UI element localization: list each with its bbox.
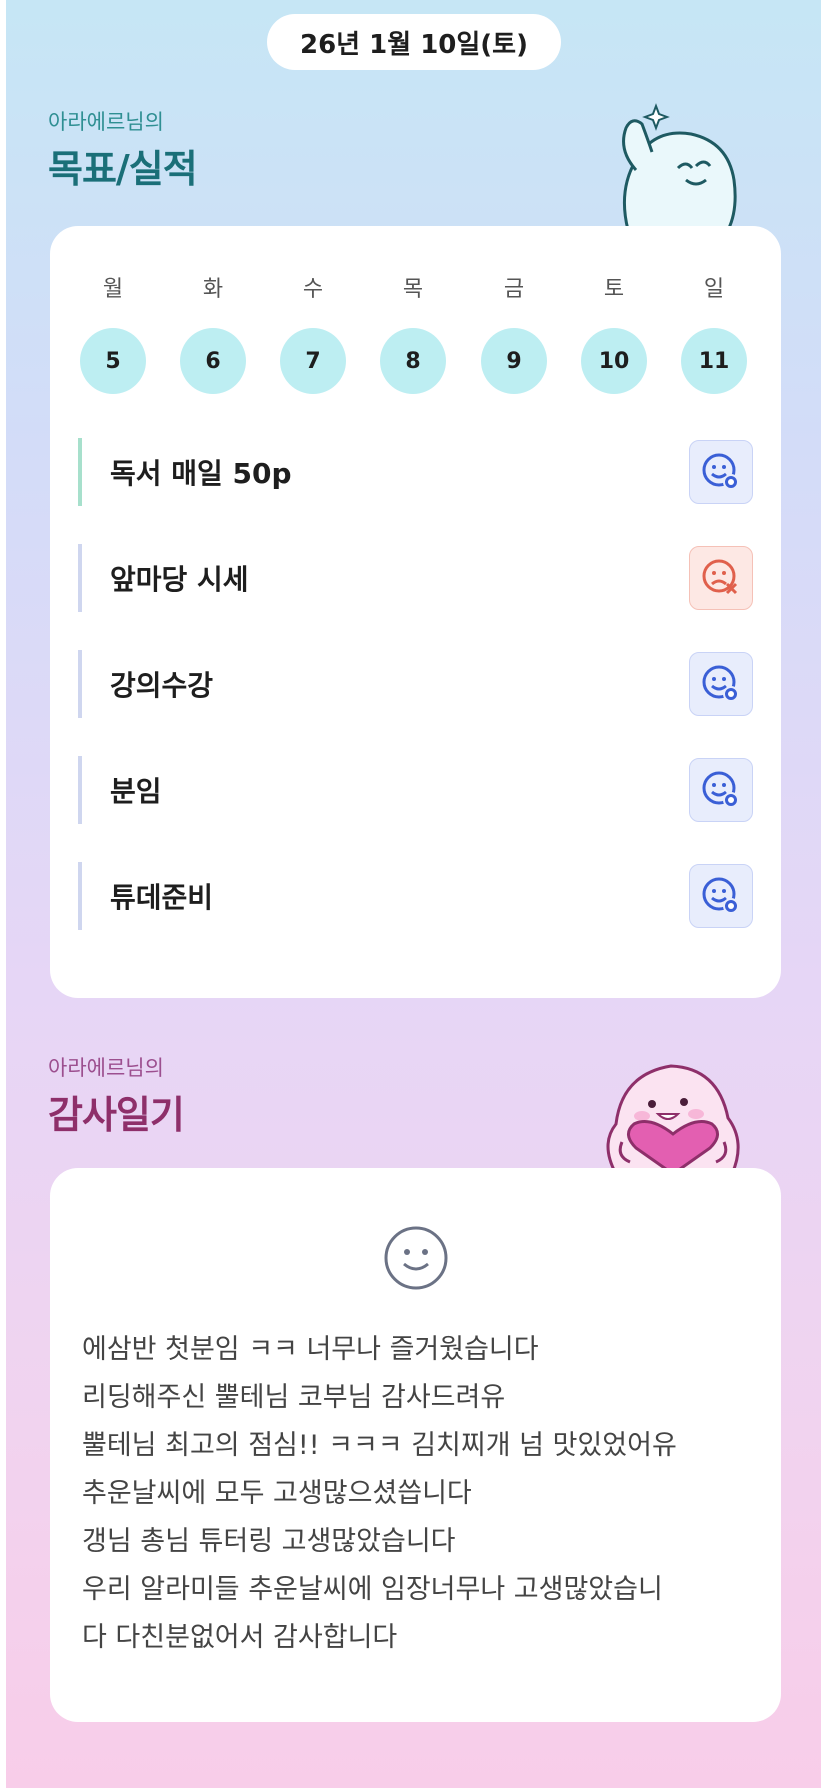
goals-section-title: 아라에르님의 목표/실적 bbox=[48, 106, 198, 193]
diary-title: 감사일기 bbox=[48, 1093, 185, 1137]
frown-x-icon[interactable] bbox=[689, 546, 753, 610]
day-name: 토 bbox=[603, 277, 625, 302]
diary-card: 에삼반 첫분임 ㅋㅋ 너무나 즐거웠습니다 리딩해주신 뿔테님 코부님 감사드려… bbox=[50, 1168, 781, 1722]
day-number: 9 bbox=[481, 328, 547, 394]
day-number: 5 bbox=[80, 328, 146, 394]
goal-label: 튜데준비 bbox=[110, 881, 214, 914]
diary-text: 에삼반 첫분임 ㅋㅋ 너무나 즐거웠습니다 리딩해주신 뿔테님 코부님 감사드려… bbox=[82, 1326, 762, 1662]
goals-card: 월 5 화 6 수 7 목 8 금 9 토 10 일 11 독서 매일 50p bbox=[50, 226, 781, 998]
diary-line: 뿔테님 최고의 점심!! ㅋㅋㅋ 김치찌개 넘 맛있었어유 bbox=[82, 1430, 677, 1461]
goal-item[interactable]: 앞마당 시세 bbox=[78, 544, 753, 612]
date-header[interactable]: 26년 1월 10일(토) bbox=[267, 14, 561, 70]
diary-line: 리딩해주신 뿔테님 코부님 감사드려유 bbox=[82, 1382, 506, 1413]
day-friday[interactable]: 금 9 bbox=[481, 274, 547, 394]
goal-item[interactable]: 강의수강 bbox=[78, 650, 753, 718]
day-thursday[interactable]: 목 8 bbox=[380, 274, 446, 394]
goal-label: 앞마당 시세 bbox=[110, 563, 249, 596]
day-name: 월 bbox=[102, 277, 124, 302]
goal-item[interactable]: 독서 매일 50p bbox=[78, 438, 753, 506]
day-number: 10 bbox=[581, 328, 647, 394]
diary-section-title: 아라에르님의 감사일기 bbox=[48, 1052, 185, 1139]
day-tuesday[interactable]: 화 6 bbox=[180, 274, 246, 394]
goal-label: 강의수강 bbox=[110, 669, 214, 702]
left-edge bbox=[0, 0, 6, 1788]
day-number: 8 bbox=[380, 328, 446, 394]
day-number: 11 bbox=[681, 328, 747, 394]
smile-check-icon[interactable] bbox=[689, 758, 753, 822]
diary-line: 갱님 총님 튜터링 고생많았습니다 bbox=[82, 1526, 456, 1557]
right-edge bbox=[821, 0, 827, 1788]
day-number: 7 bbox=[280, 328, 346, 394]
day-name: 목 bbox=[402, 277, 424, 302]
date-label: 26년 1월 10일(토) bbox=[299, 29, 528, 60]
goal-item[interactable]: 분임 bbox=[78, 756, 753, 824]
diary-line: 추운날씨에 모두 고생많으셨씁니다 bbox=[82, 1478, 472, 1509]
goal-item[interactable]: 튜데준비 bbox=[78, 862, 753, 930]
diary-line: 다 다친분없어서 감사합니다 bbox=[82, 1622, 398, 1653]
day-saturday[interactable]: 토 10 bbox=[581, 274, 647, 394]
day-sunday[interactable]: 일 11 bbox=[681, 274, 747, 394]
day-wednesday[interactable]: 수 7 bbox=[280, 274, 346, 394]
day-name: 금 bbox=[503, 277, 525, 302]
goals-title: 목표/실적 bbox=[48, 147, 198, 191]
goal-label: 독서 매일 50p bbox=[110, 457, 292, 490]
goals-subtitle: 아라에르님의 bbox=[48, 110, 164, 134]
smile-icon bbox=[384, 1226, 448, 1290]
cheering-mascot-icon bbox=[622, 103, 737, 230]
day-number: 6 bbox=[180, 328, 246, 394]
day-name: 수 bbox=[302, 277, 324, 302]
day-name: 일 bbox=[703, 277, 725, 302]
goal-label: 분임 bbox=[110, 775, 162, 808]
diary-line: 우리 알라미들 추운날씨에 임장너무나 고생많았습니 bbox=[82, 1574, 663, 1605]
day-name: 화 bbox=[202, 277, 224, 302]
diary-line: 에삼반 첫분임 ㅋㅋ 너무나 즐거웠습니다 bbox=[82, 1334, 539, 1365]
smile-check-icon[interactable] bbox=[689, 652, 753, 716]
day-monday[interactable]: 월 5 bbox=[80, 274, 146, 394]
smile-check-icon[interactable] bbox=[689, 440, 753, 504]
goal-list: 독서 매일 50p 앞마당 시세 강의수강 분임 튜데준비 bbox=[78, 438, 753, 968]
smile-check-icon[interactable] bbox=[689, 864, 753, 928]
diary-subtitle: 아라에르님의 bbox=[48, 1056, 164, 1080]
heart-mascot-icon bbox=[606, 1064, 740, 1174]
